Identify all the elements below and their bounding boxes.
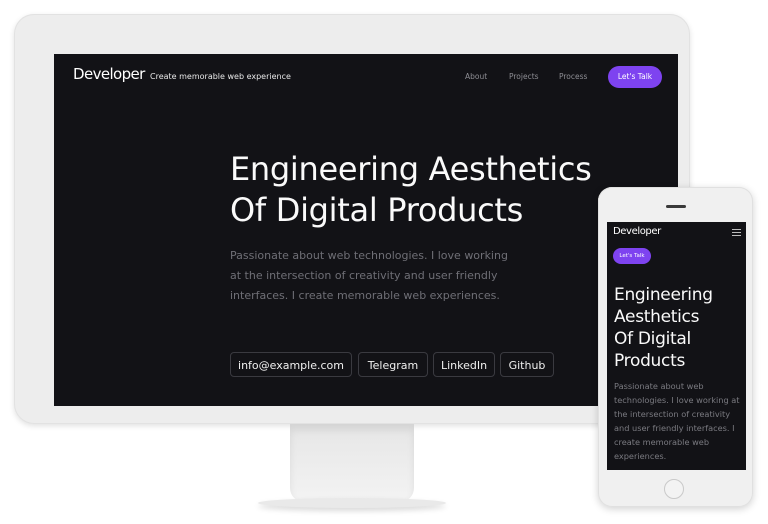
desktop-logo[interactable]: Developer [73, 65, 145, 83]
desktop-screen: Developer Create memorable web experienc… [54, 54, 678, 406]
desktop-monitor: Developer Create memorable web experienc… [14, 14, 690, 424]
hero-description-line: interfaces. I create memorable web exper… [230, 289, 500, 302]
phone-speaker [666, 205, 686, 208]
phone-home-button [664, 479, 684, 499]
mobile-description-line: Passionate about web [614, 381, 704, 391]
desktop-tagline: Create memorable web experience [150, 72, 291, 81]
mobile-description-line: create memorable web [614, 437, 710, 447]
nav-link-process[interactable]: Process [559, 72, 587, 81]
hero-description-line: at the intersection of creativity and us… [230, 269, 498, 282]
contact-telegram-link[interactable]: Telegram [358, 352, 428, 377]
nav-link-about[interactable]: About [465, 72, 487, 81]
mobile-screen: Developer Let's Talk Engineering Aesthet… [607, 222, 746, 470]
mobile-hero-description: Passionate about web technologies. I lov… [614, 379, 744, 463]
mobile-headline-line: Products [614, 351, 686, 371]
mobile-headline-line: Engineering [614, 285, 713, 305]
lets-talk-button[interactable]: Let's Talk [608, 66, 662, 88]
mobile-description-line: experiences. [614, 451, 667, 461]
hero-headline: Engineering Aesthetics Of Digital Produc… [230, 149, 650, 231]
hero-description: Passionate about web technologies. I lov… [230, 246, 520, 306]
mobile-phone: Developer Let's Talk Engineering Aesthet… [598, 187, 753, 507]
mobile-description-line: and user friendly interfaces. I [614, 423, 735, 433]
hamburger-menu-icon[interactable] [732, 229, 741, 236]
monitor-stand-base [258, 498, 446, 508]
monitor-stand [290, 424, 414, 502]
contact-linkedin-link[interactable]: LinkedIn [433, 352, 495, 377]
mobile-headline-line: Aesthetics [614, 307, 700, 327]
desktop-navbar: Developer Create memorable web experienc… [54, 54, 678, 100]
mobile-description-line: technologies. I love working at [614, 395, 740, 405]
contact-github-link[interactable]: Github [500, 352, 554, 377]
nav-link-projects[interactable]: Projects [509, 72, 539, 81]
contact-email-link[interactable]: info@example.com [230, 352, 352, 377]
hero-description-line: Passionate about web technologies. I lov… [230, 249, 508, 262]
hero-headline-line: Of Digital Products [230, 191, 524, 229]
mobile-logo[interactable]: Developer [613, 226, 661, 237]
mobile-hero-headline: Engineering Aesthetics Of Digital Produc… [614, 284, 744, 372]
mobile-headline-line: Of Digital [614, 329, 691, 349]
hero-headline-line: Engineering Aesthetics [230, 150, 592, 188]
mobile-description-line: the intersection of creativity [614, 409, 731, 419]
mobile-lets-talk-button[interactable]: Let's Talk [613, 248, 651, 264]
